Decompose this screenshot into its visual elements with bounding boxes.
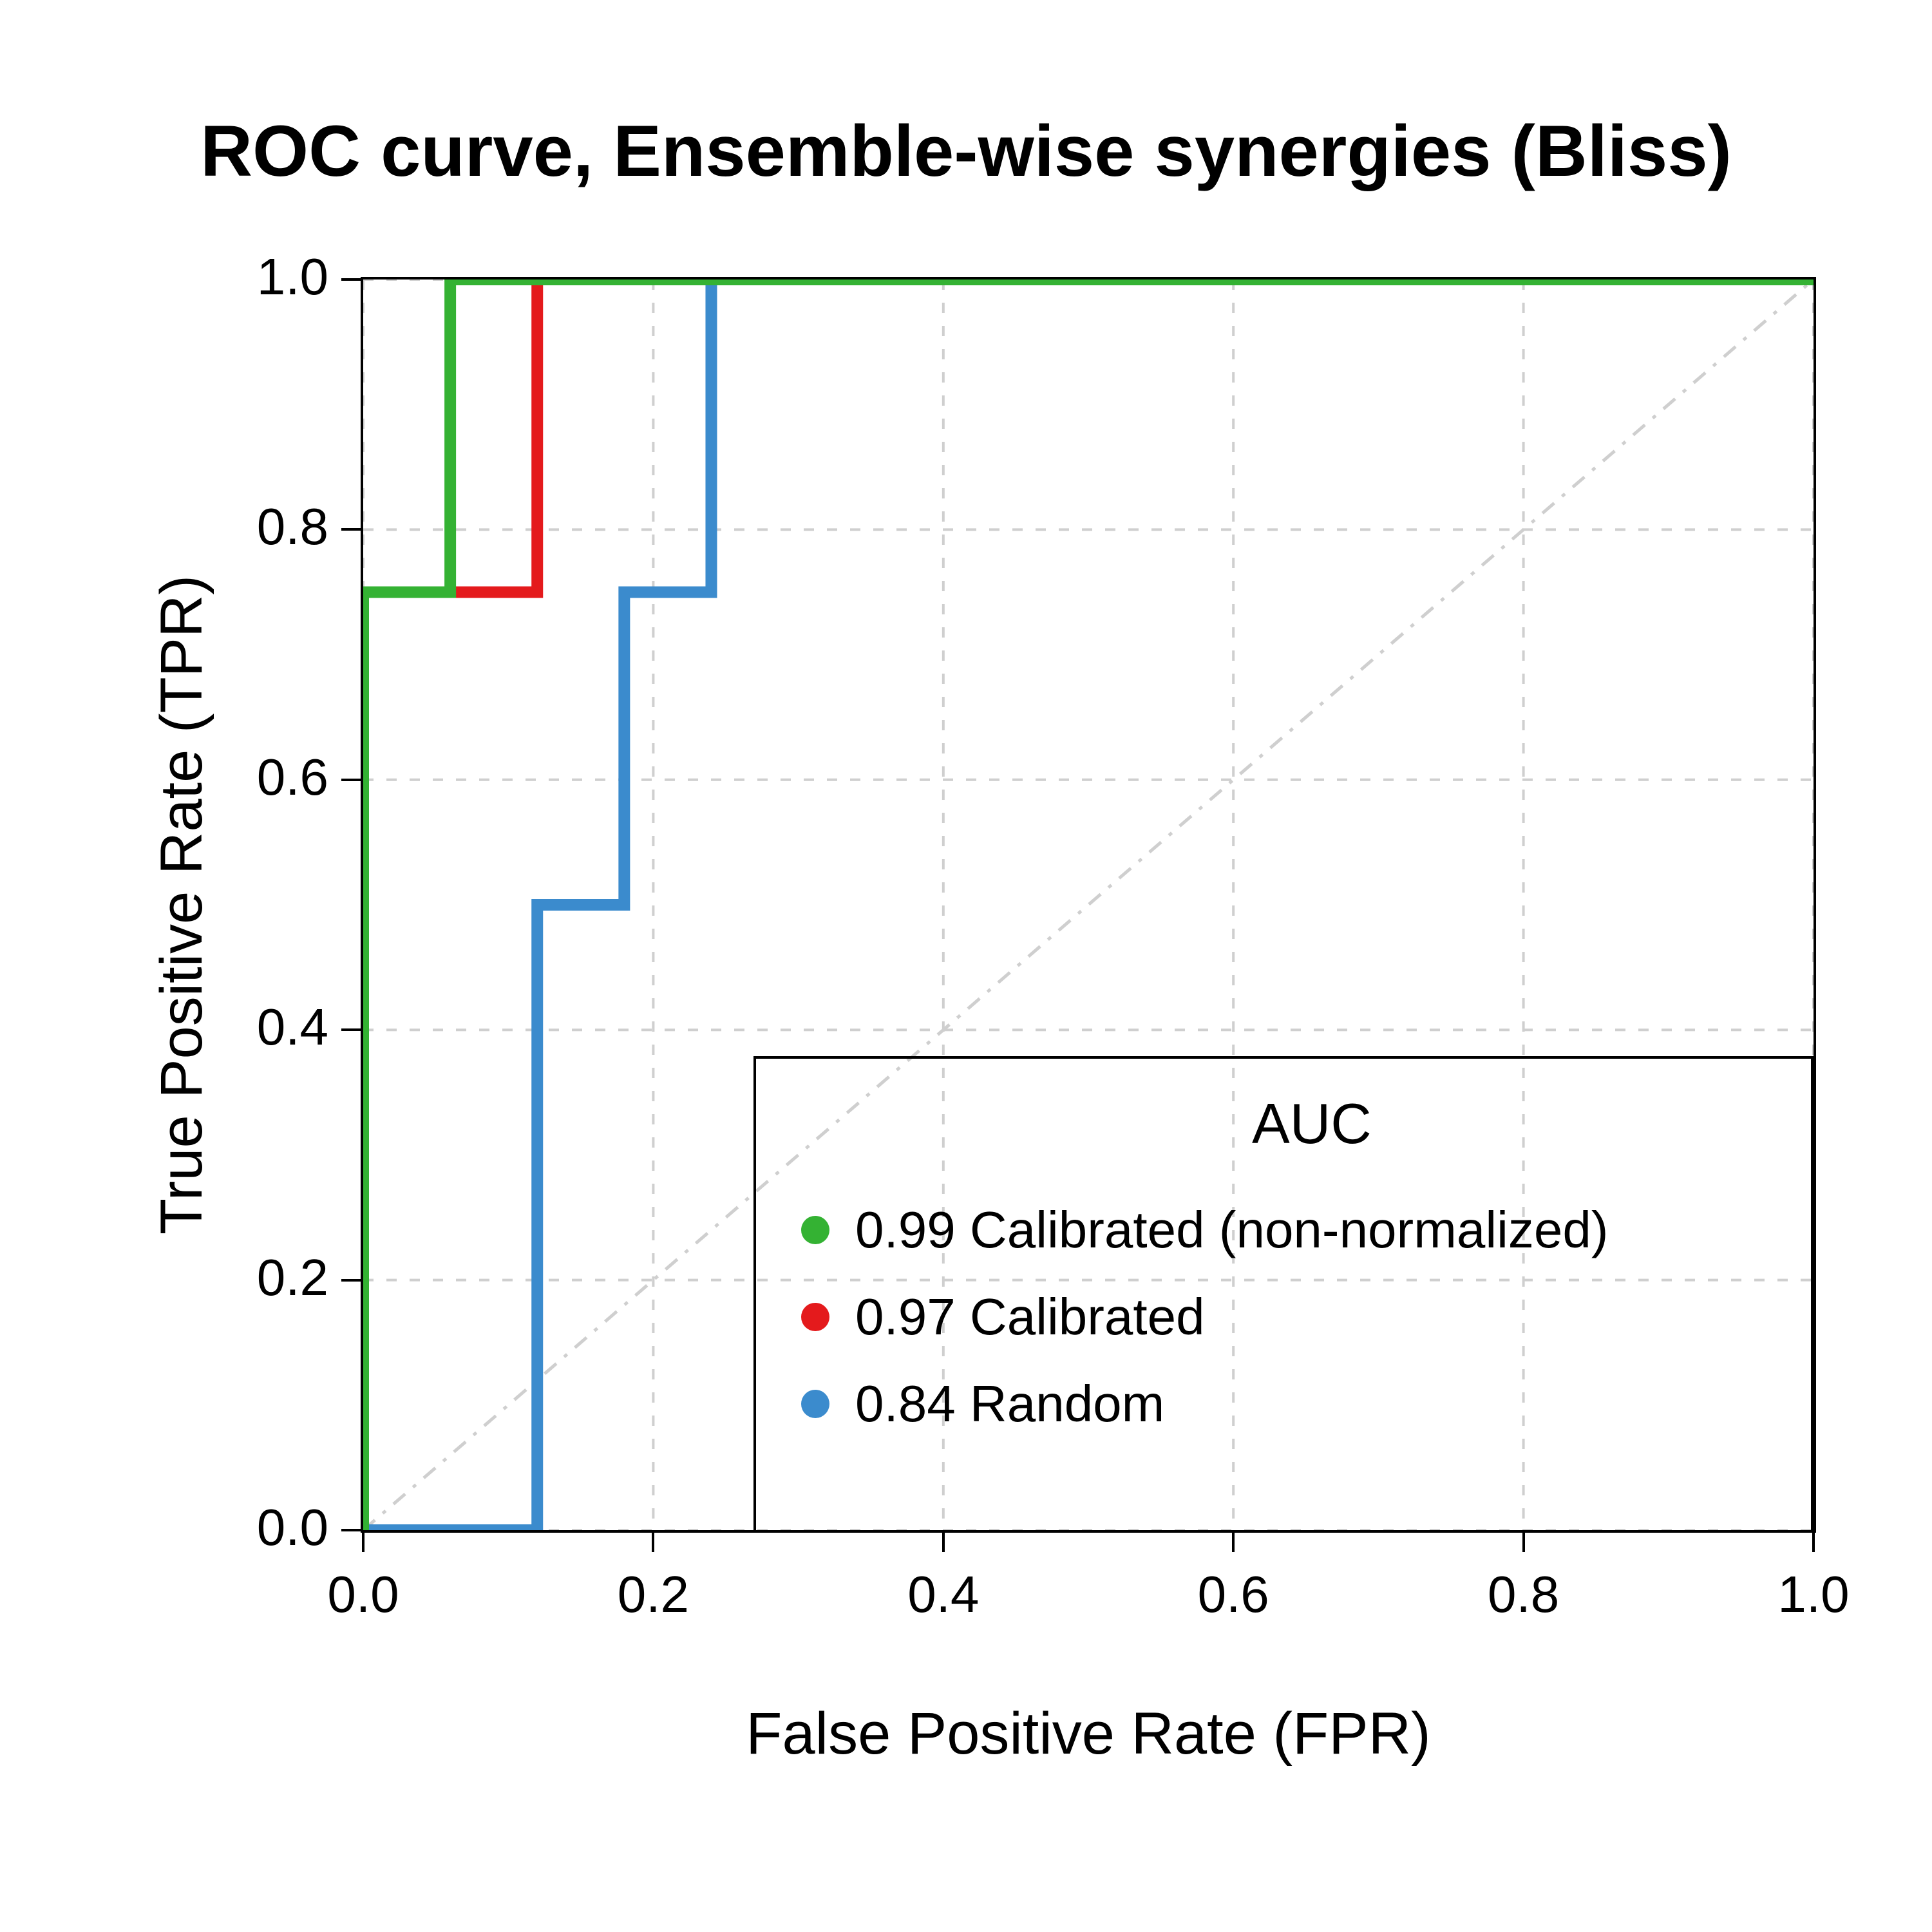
legend-entry: 0.99 Calibrated (non-normalized) bbox=[801, 1200, 1609, 1260]
legend-entry: 0.97 Calibrated bbox=[801, 1287, 1205, 1347]
x-axis-label: False Positive Rate (FPR) bbox=[361, 1700, 1816, 1768]
legend-marker-icon bbox=[801, 1303, 829, 1331]
x-tick-label: 0.6 bbox=[1182, 1565, 1285, 1624]
x-tick-label: 0.2 bbox=[601, 1565, 705, 1624]
y-tick-label: 0.4 bbox=[257, 998, 328, 1057]
y-tick-label: 0.0 bbox=[257, 1498, 328, 1557]
x-tick bbox=[1522, 1533, 1525, 1552]
legend-marker-icon bbox=[801, 1390, 829, 1418]
y-tick bbox=[341, 1028, 361, 1031]
legend-label: 0.84 Random bbox=[855, 1374, 1164, 1434]
x-tick bbox=[1232, 1533, 1235, 1552]
legend-label: 0.99 Calibrated (non-normalized) bbox=[855, 1200, 1609, 1260]
y-tick-label: 0.2 bbox=[257, 1248, 328, 1307]
y-tick bbox=[341, 779, 361, 781]
x-tick-label: 1.0 bbox=[1762, 1565, 1865, 1624]
y-tick-label: 1.0 bbox=[257, 247, 328, 307]
chart-title: ROC curve, Ensemble-wise synergies (Blis… bbox=[0, 109, 1932, 193]
y-axis-label: True Positive Rate (TPR) bbox=[148, 277, 216, 1533]
x-tick-label: 0.8 bbox=[1472, 1565, 1575, 1624]
x-tick-label: 0.4 bbox=[892, 1565, 995, 1624]
y-tick bbox=[341, 278, 361, 281]
chart-canvas: ROC curve, Ensemble-wise synergies (Blis… bbox=[0, 0, 1932, 1932]
legend: AUC 0.99 Calibrated (non-normalized) 0.97… bbox=[753, 1056, 1814, 1533]
y-tick-label: 0.8 bbox=[257, 497, 328, 556]
y-tick-label: 0.6 bbox=[257, 748, 328, 807]
x-tick-label: 0.0 bbox=[312, 1565, 415, 1624]
y-tick bbox=[341, 1529, 361, 1531]
x-tick bbox=[362, 1533, 365, 1552]
y-tick bbox=[341, 1279, 361, 1282]
legend-title: AUC bbox=[1252, 1091, 1372, 1157]
legend-label: 0.97 Calibrated bbox=[855, 1287, 1205, 1347]
x-tick bbox=[942, 1533, 945, 1552]
x-tick bbox=[652, 1533, 654, 1552]
x-tick bbox=[1812, 1533, 1815, 1552]
y-tick bbox=[341, 528, 361, 531]
legend-entry: 0.84 Random bbox=[801, 1374, 1164, 1434]
legend-marker-icon bbox=[801, 1216, 829, 1244]
